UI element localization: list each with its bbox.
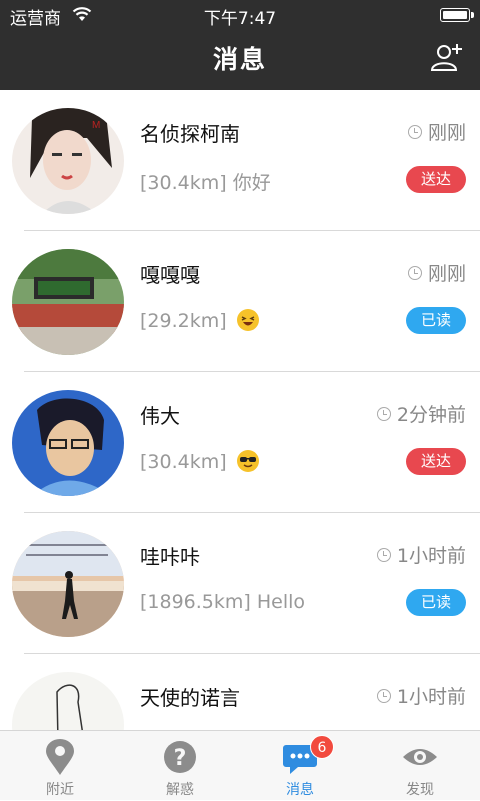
question-icon: ? (164, 741, 196, 773)
list-item[interactable]: 伟大 2分钟前 [30.4km] 送达 (0, 372, 480, 513)
list-item[interactable]: 哇咔咔 1小时前 [1896.5km] Hello 已读 (0, 513, 480, 654)
unread-count-badge: 6 (310, 735, 334, 759)
clock-icon (376, 547, 391, 562)
laughing-emoji-icon (236, 309, 259, 331)
status-bar: 运营商 下午7:47 (0, 0, 480, 30)
tab-label: 消息 (286, 782, 314, 798)
contact-name: 嘎嘎嘎 (140, 263, 200, 287)
clock-icon (376, 406, 391, 421)
list-item[interactable]: 天使的诺言 1小时前 (0, 654, 480, 730)
clock-icon (376, 688, 391, 703)
page-title: 消息 (212, 45, 267, 74)
status-badge: 送达 (406, 448, 466, 475)
contact-name: 天使的诺言 (140, 686, 240, 710)
tab-label: 附近 (46, 782, 74, 798)
tab-discover[interactable]: 发现 (360, 731, 480, 801)
svg-text:?: ? (174, 746, 187, 771)
location-pin-icon (46, 739, 74, 775)
svg-text:M: M (92, 120, 100, 131)
tab-label: 解惑 (166, 782, 194, 798)
tab-qa[interactable]: ? 解惑 (120, 731, 240, 801)
list-item[interactable]: 嘎嘎嘎 刚刚 [29.2km] 已读 (0, 231, 480, 372)
message-time: 1小时前 (376, 541, 466, 568)
contact-name: 伟大 (140, 404, 180, 428)
message-preview: [29.2km] (140, 309, 259, 332)
clock-time: 下午7:47 (203, 9, 277, 29)
list-item[interactable]: M 名侦探柯南 刚刚 [30.4km] 你好 送达 (0, 90, 480, 231)
avatar (12, 249, 124, 355)
status-badge: 已读 (406, 307, 466, 334)
contact-name: 名侦探柯南 (140, 122, 240, 146)
contact-name: 哇咔咔 (140, 545, 200, 569)
message-list: M 名侦探柯南 刚刚 [30.4km] 你好 送达 嘎嘎嘎 刚刚 [29.2km… (0, 90, 480, 730)
clock-icon (407, 124, 422, 139)
avatar: M (12, 108, 124, 214)
eye-icon (403, 749, 437, 765)
tab-label: 发现 (406, 782, 434, 798)
message-time: 1小时前 (376, 682, 466, 709)
avatar (12, 531, 124, 637)
message-time: 2分钟前 (376, 400, 466, 427)
status-badge: 已读 (406, 589, 466, 616)
message-preview: [30.4km] (140, 450, 259, 473)
add-friend-icon[interactable] (430, 42, 464, 72)
tab-bar: 附近 ? 解惑 6 消息 发现 (0, 730, 480, 800)
avatar (12, 390, 124, 496)
top-bar: 运营商 下午7:47 消息 (0, 0, 480, 90)
message-preview: [30.4km] 你好 (140, 172, 271, 194)
message-time: 刚刚 (407, 259, 466, 286)
status-badge: 送达 (406, 166, 466, 193)
message-time: 刚刚 (407, 118, 466, 145)
message-preview: [1896.5km] Hello (140, 591, 306, 613)
clock-icon (407, 265, 422, 280)
tab-nearby[interactable]: 附近 (0, 731, 120, 801)
battery-icon (440, 8, 474, 22)
sunglasses-emoji-icon (236, 450, 259, 472)
avatar (12, 672, 124, 730)
tab-messages[interactable]: 6 消息 (240, 731, 360, 801)
